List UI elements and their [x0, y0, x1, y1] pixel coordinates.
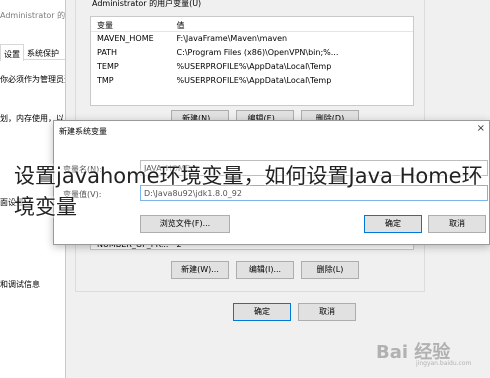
list-header: 变量 值: [91, 17, 413, 32]
user-variables-list[interactable]: 变量 值 MAVEN_HOME F:\JavaFrame\Maven\maven…: [90, 16, 414, 106]
table-row[interactable]: PATH C:\Program Files (x86)\OpenVPN\bin;…: [91, 46, 413, 60]
debug-note: 和调试信息: [0, 280, 40, 289]
column-value[interactable]: 值: [171, 17, 413, 31]
admin-note: 你必须作为管理员登录: [0, 75, 72, 84]
var-name: MAVEN_HOME: [97, 34, 154, 43]
baidu-jingyan-watermark: Bai 经验 jingyan.baidu.com: [376, 338, 486, 368]
var-name: TMP: [97, 76, 114, 85]
env-cancel-button[interactable]: 取消: [298, 303, 356, 321]
env-ok-button[interactable]: 确定: [233, 303, 291, 321]
column-variable[interactable]: 变量: [91, 17, 171, 31]
var-name: PATH: [97, 48, 118, 57]
system-delete-button[interactable]: 删除(L): [301, 261, 359, 279]
table-row[interactable]: TMP %USERPROFILE%\AppData\Local\Temp: [91, 74, 413, 88]
sysprops-tabs: 设置 系统保护 远: [0, 44, 73, 61]
var-value: %USERPROFILE%\AppData\Local\Temp: [176, 62, 332, 71]
table-row[interactable]: MAVEN_HOME F:\JavaFrame\Maven\maven: [91, 32, 413, 46]
system-edit-button[interactable]: 编辑(I)...: [236, 261, 294, 279]
article-title-overlay: 设置javahome环境变量，如何设置Java Home环境变量: [14, 164, 483, 219]
dialog-title: 新建系统变量: [59, 127, 107, 136]
close-icon[interactable]: ×: [477, 123, 485, 134]
var-value: %USERPROFILE%\AppData\Local\Temp: [176, 76, 332, 85]
sysprops-title: Administrator 的系统属性: [0, 11, 72, 20]
tab-system-protection[interactable]: 系统保护: [24, 44, 62, 59]
var-value: C:\Program Files (x86)\OpenVPN\bin;%...: [176, 48, 339, 57]
watermark-sub: jingyan.baidu.com: [416, 360, 472, 367]
var-value: F:\JavaFrame\Maven\maven: [176, 34, 288, 43]
tab-settings[interactable]: 设置: [0, 44, 24, 61]
user-variables-title: Administrator 的用户变量(U): [90, 0, 204, 9]
table-row[interactable]: TEMP %USERPROFILE%\AppData\Local\Temp: [91, 60, 413, 74]
system-new-button[interactable]: 新建(W)...: [171, 261, 229, 279]
var-name: TEMP: [97, 62, 119, 71]
